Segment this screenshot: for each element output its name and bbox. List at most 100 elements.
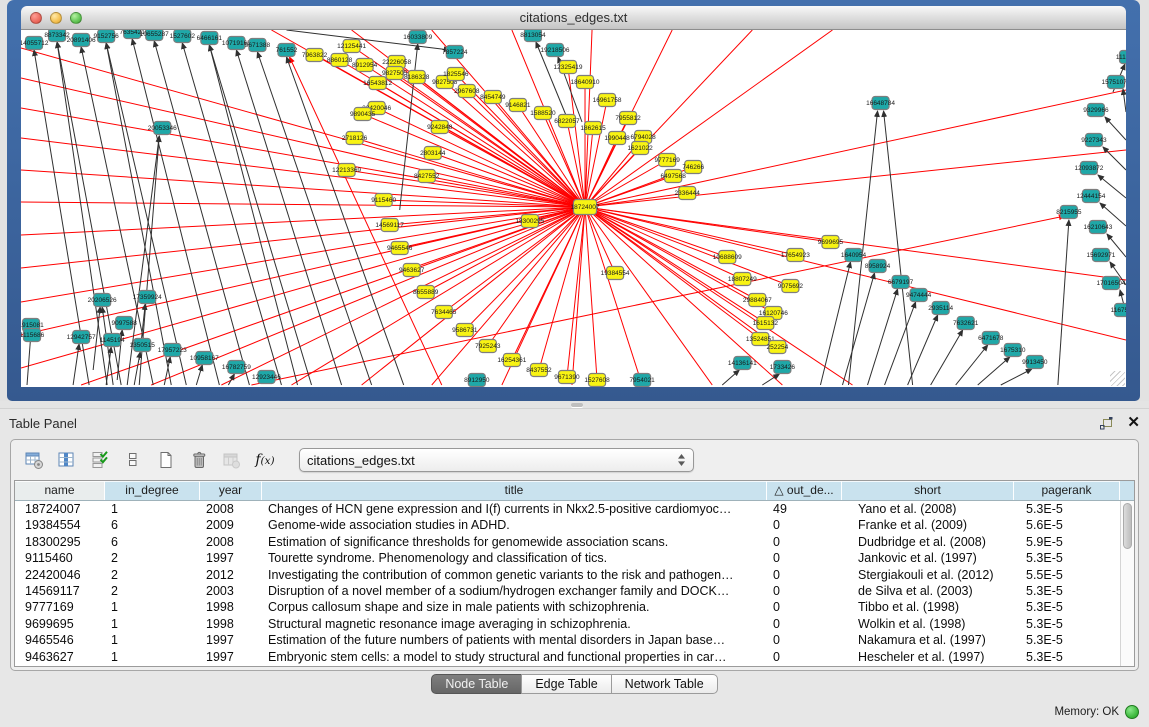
- graph-node[interactable]: 9699695: [818, 236, 844, 249]
- table-row[interactable]: 946362711997Embryonic stem cells: a mode…: [15, 649, 1120, 665]
- graph-node[interactable]: 9777169: [655, 154, 681, 167]
- graph-node[interactable]: 9097588: [112, 317, 138, 330]
- graph-node[interactable]: 1527608: [584, 374, 610, 387]
- graph-node[interactable]: 6466161: [197, 32, 223, 45]
- graph-node[interactable]: 9671390: [554, 371, 580, 384]
- tab-network-table[interactable]: Network Table: [611, 674, 718, 694]
- graph-node[interactable]: 10958167: [190, 352, 219, 365]
- close-panel-icon[interactable]: ✕: [1127, 416, 1140, 430]
- table-row[interactable]: 977716911998Corpus callosum shape and si…: [15, 599, 1120, 615]
- table-row[interactable]: 1938455462009Genome-wide association stu…: [15, 517, 1120, 533]
- graph-node[interactable]: 9152756: [93, 30, 119, 43]
- graph-node[interactable]: 252254: [767, 341, 789, 354]
- stacked-rows-icon[interactable]: [122, 450, 144, 470]
- memory-status-indicator[interactable]: [1125, 705, 1139, 719]
- window-resize-grip[interactable]: [1110, 371, 1125, 386]
- graph-node[interactable]: 16033809: [403, 31, 432, 44]
- graph-node[interactable]: 746266: [682, 161, 704, 174]
- graph-node[interactable]: 6471678: [978, 332, 1004, 345]
- graph-node[interactable]: 1350515: [130, 339, 156, 352]
- graph-node[interactable]: 10688609: [713, 251, 742, 264]
- column-header-short[interactable]: short: [842, 481, 1014, 500]
- graph-node[interactable]: 10655287: [140, 30, 169, 41]
- column-header-out_de[interactable]: △ out_de...: [767, 481, 842, 500]
- graph-node[interactable]: 12444154: [1076, 190, 1105, 203]
- graph-node[interactable]: 2718126: [342, 132, 368, 145]
- float-panel-icon[interactable]: [1099, 416, 1114, 430]
- graph-node[interactable]: 8912954: [352, 59, 378, 72]
- table-row[interactable]: 2242004622012Investigating the contribut…: [15, 567, 1120, 583]
- row-checks-icon[interactable]: [89, 450, 111, 470]
- delete-table-icon[interactable]: [188, 450, 210, 470]
- tab-node-table[interactable]: Node Table: [431, 674, 522, 694]
- graph-node[interactable]: 7632621: [953, 317, 979, 330]
- graph-node[interactable]: 2935114: [928, 302, 953, 315]
- table-row[interactable]: 946554611997Estimation of the future num…: [15, 632, 1120, 648]
- graph-node[interactable]: 8215955: [1056, 206, 1082, 219]
- graph-node[interactable]: 8860128: [327, 54, 353, 67]
- column-header-title[interactable]: title: [262, 481, 767, 500]
- graph-node[interactable]: 17957223: [158, 344, 187, 357]
- network-canvas[interactable]: 7963822886012889129542222605898275051654…: [21, 30, 1126, 387]
- network-window[interactable]: citations_edges.txt 79638228860128891295…: [7, 0, 1140, 401]
- graph-node[interactable]: 2803144: [420, 147, 446, 160]
- graph-node[interactable]: 9671388: [245, 39, 271, 52]
- graph-node[interactable]: 16648784: [866, 97, 895, 110]
- graph-node[interactable]: 12125441: [337, 40, 366, 53]
- graph-node[interactable]: 8912950: [464, 374, 490, 387]
- splitter-handle[interactable]: [571, 403, 583, 407]
- graph-node[interactable]: 1825546: [443, 68, 469, 81]
- graph-node[interactable]: 9075692: [778, 280, 804, 293]
- graph-node[interactable]: 16210643: [1083, 221, 1112, 234]
- graph-node[interactable]: 6822057: [554, 115, 580, 128]
- network-window-titlebar[interactable]: citations_edges.txt: [21, 6, 1126, 30]
- graph-node[interactable]: 17359924: [133, 291, 162, 304]
- graph-node[interactable]: 15751074: [1102, 76, 1126, 89]
- graph-node[interactable]: 16961758: [593, 94, 622, 107]
- graph-node[interactable]: 2967608: [454, 85, 480, 98]
- graph-node[interactable]: 16782759: [222, 361, 251, 374]
- graph-node[interactable]: 12923446: [252, 371, 281, 384]
- graph-node[interactable]: 20891406: [67, 34, 96, 47]
- graph-node[interactable]: 1990448: [604, 132, 630, 145]
- graph-node[interactable]: 18640910: [571, 76, 600, 89]
- hub-graph-node[interactable]: 18724007: [571, 200, 600, 215]
- table-row[interactable]: 1456911722003Disruption of a novel membe…: [15, 583, 1120, 599]
- graph-node[interactable]: 9146821: [505, 99, 531, 112]
- panel-splitter[interactable]: [0, 401, 1149, 409]
- graph-node[interactable]: 16254361: [497, 354, 526, 367]
- table-row[interactable]: 911546021997Tourette syndrome. Phenomeno…: [15, 550, 1120, 566]
- column-header-name[interactable]: name: [15, 481, 105, 500]
- graph-node[interactable]: 7634465: [431, 306, 457, 319]
- graph-node[interactable]: 7925243: [475, 340, 501, 353]
- tab-edge-table[interactable]: Edge Table: [521, 674, 611, 694]
- graph-node[interactable]: 1733426: [770, 361, 796, 374]
- network-table-select[interactable]: citations_edges.txt: [299, 448, 694, 472]
- graph-node[interactable]: 9115460: [371, 194, 396, 207]
- graph-node[interactable]: 7954021: [629, 374, 655, 387]
- graph-node[interactable]: 761552: [276, 44, 298, 57]
- graph-node[interactable]: 20053346: [148, 122, 177, 135]
- graph-node[interactable]: 9227343: [1081, 134, 1107, 147]
- table-row[interactable]: 1830029562008Estimation of significance …: [15, 534, 1120, 550]
- graph-node[interactable]: 1112754: [1116, 51, 1126, 64]
- table-row[interactable]: 1872400712008Changes of HCN gene express…: [15, 501, 1120, 517]
- show-columns-icon[interactable]: [56, 450, 78, 470]
- column-header-pagerank[interactable]: pagerank: [1014, 481, 1120, 500]
- table-settings-icon[interactable]: [23, 450, 45, 470]
- scrollbar-thumb[interactable]: [1123, 503, 1132, 549]
- graph-node[interactable]: 19218506: [540, 44, 569, 57]
- graph-node[interactable]: 17654923: [781, 249, 810, 262]
- function-builder-icon[interactable]: f(x): [254, 450, 276, 470]
- import-table-disabled-icon[interactable]: [221, 450, 243, 470]
- graph-node[interactable]: 8186328: [404, 71, 430, 84]
- new-table-icon[interactable]: [155, 450, 177, 470]
- graph-node[interactable]: 8454749: [480, 91, 506, 104]
- graph-node[interactable]: 29884067: [743, 294, 772, 307]
- table-row[interactable]: 969969511998Structural magnetic resonanc…: [15, 616, 1120, 632]
- graph-node[interactable]: 15692971: [1086, 249, 1115, 262]
- graph-node[interactable]: 8958924: [865, 260, 891, 273]
- network-view-canvas[interactable]: 7963822886012889129542222605898275051654…: [21, 30, 1126, 387]
- column-header-year[interactable]: year: [200, 481, 262, 500]
- graph-node[interactable]: 2336444: [675, 187, 701, 200]
